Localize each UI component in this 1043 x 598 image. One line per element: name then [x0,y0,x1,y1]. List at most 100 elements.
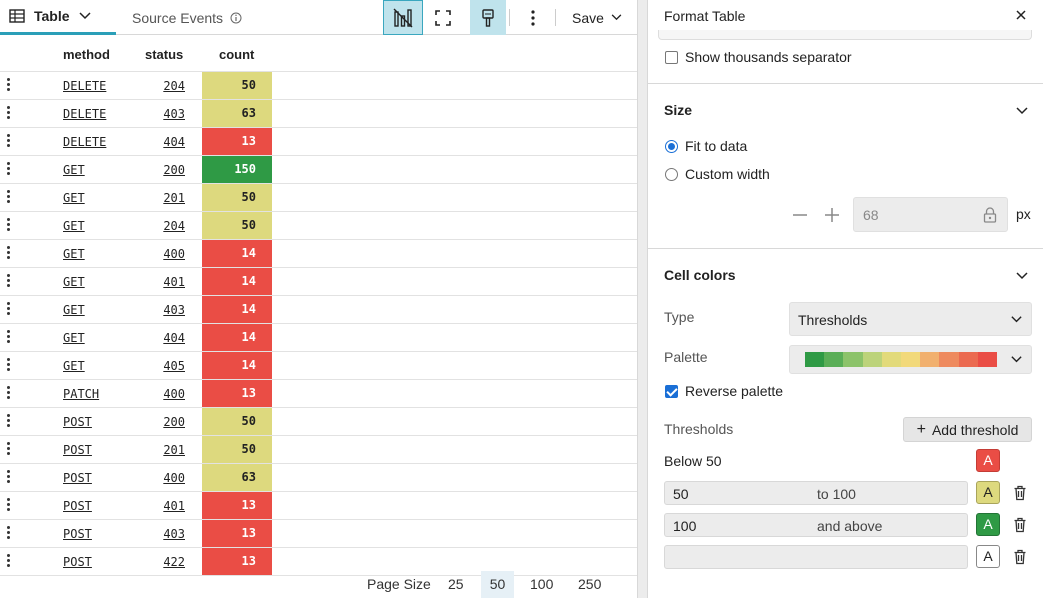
status-cell[interactable]: 404 [163,135,185,149]
method-cell[interactable]: POST [63,555,92,569]
method-cell[interactable]: POST [63,527,92,541]
row-menu-icon[interactable] [5,190,11,206]
trash-icon[interactable] [1013,485,1027,501]
method-cell[interactable]: GET [63,303,85,317]
status-cell[interactable]: 400 [163,387,185,401]
count-cell: 14 [202,296,272,323]
row-menu-icon[interactable] [5,274,11,290]
panel-resize-handle[interactable] [637,0,648,598]
status-cell[interactable]: 201 [163,191,185,205]
method-cell[interactable]: POST [63,443,92,457]
palette-select[interactable] [789,345,1032,374]
row-menu-icon[interactable] [5,358,11,374]
row-menu-icon[interactable] [5,414,11,430]
method-cell[interactable]: DELETE [63,135,106,149]
threshold-color-swatch[interactable]: A [976,481,1000,504]
close-icon[interactable] [1013,7,1029,23]
status-cell[interactable]: 201 [163,443,185,457]
width-input-value: 68 [863,207,879,223]
method-cell[interactable]: GET [63,331,85,345]
row-menu-icon[interactable] [5,498,11,514]
tab-source-events[interactable]: Source Events [132,0,242,35]
status-cell[interactable]: 422 [163,555,185,569]
more-options-button[interactable] [515,0,551,35]
tab-table[interactable]: Table [0,0,116,35]
chevron-down-icon[interactable] [1015,269,1029,283]
method-cell[interactable]: PATCH [63,387,99,401]
page-size-50[interactable]: 50 [481,571,514,598]
status-cell[interactable]: 200 [163,415,185,429]
row-menu-icon[interactable] [5,386,11,402]
row-menu-icon[interactable] [5,78,11,94]
method-cell[interactable]: GET [63,275,85,289]
threshold-value-input[interactable] [664,545,968,569]
row-menu-icon[interactable] [5,162,11,178]
page-size-100[interactable]: 100 [530,576,553,592]
format-button[interactable] [470,0,506,35]
status-cell[interactable]: 400 [163,247,185,261]
method-cell[interactable]: DELETE [63,79,106,93]
method-cell[interactable]: GET [63,163,85,177]
row-menu-icon[interactable] [5,526,11,542]
palette-color-chip [805,352,825,367]
method-cell[interactable]: GET [63,191,85,205]
status-cell[interactable]: 401 [163,275,185,289]
threshold-color-swatch[interactable]: A [976,513,1000,536]
below-color-swatch[interactable]: A [976,449,1000,472]
method-cell[interactable]: GET [63,247,85,261]
minus-icon[interactable] [792,207,808,223]
method-cell[interactable]: DELETE [63,107,106,121]
lock-icon[interactable] [983,207,997,223]
column-header-status[interactable]: status [145,47,183,62]
custom-width-radio[interactable] [665,168,678,181]
trash-icon[interactable] [1013,549,1027,565]
page-size-250[interactable]: 250 [578,576,601,592]
status-cell[interactable]: 401 [163,499,185,513]
method-cell[interactable]: POST [63,499,92,513]
status-cell[interactable]: 403 [163,527,185,541]
threshold-value-input[interactable]: 50 to 100 [664,481,968,505]
status-cell[interactable]: 400 [163,471,185,485]
method-cell[interactable]: GET [63,219,85,233]
trash-icon[interactable] [1013,517,1027,533]
size-section-title[interactable]: Size [664,102,692,118]
column-header-count[interactable]: count [219,47,254,62]
chevron-down-icon [1011,316,1022,323]
method-cell[interactable]: GET [63,359,85,373]
status-cell[interactable]: 200 [163,163,185,177]
fullscreen-button[interactable] [423,0,463,35]
chevron-down-icon[interactable] [1015,104,1029,118]
threshold-value-input[interactable]: 100 and above [664,513,968,537]
status-cell[interactable]: 204 [163,79,185,93]
row-menu-icon[interactable] [5,246,11,262]
width-input[interactable]: 68 [853,197,1008,232]
thousands-separator-checkbox[interactable] [665,51,678,64]
type-select[interactable]: Thresholds [789,302,1032,336]
add-threshold-button[interactable]: + Add threshold [903,417,1032,442]
column-header-method[interactable]: method [63,47,110,62]
chart-toggle-button[interactable] [383,0,423,35]
row-menu-icon[interactable] [5,218,11,234]
fit-to-data-radio[interactable] [665,140,678,153]
row-menu-icon[interactable] [5,134,11,150]
reverse-palette-checkbox[interactable] [665,385,678,398]
row-menu-icon[interactable] [5,106,11,122]
threshold-color-swatch[interactable]: A [976,545,1000,568]
save-button[interactable]: Save [562,0,632,35]
status-cell[interactable]: 404 [163,331,185,345]
row-menu-icon[interactable] [5,554,11,570]
row-menu-icon[interactable] [5,442,11,458]
method-cell[interactable]: POST [63,471,92,485]
page-size-25[interactable]: 25 [448,576,464,592]
row-menu-icon[interactable] [5,330,11,346]
row-menu-icon[interactable] [5,470,11,486]
cell-colors-section-title[interactable]: Cell colors [664,267,736,283]
row-menu-icon[interactable] [5,302,11,318]
method-cell[interactable]: POST [63,415,92,429]
status-cell[interactable]: 403 [163,107,185,121]
status-cell[interactable]: 204 [163,219,185,233]
plus-icon[interactable] [824,207,840,223]
status-cell[interactable]: 405 [163,359,185,373]
status-cell[interactable]: 403 [163,303,185,317]
info-circle-icon[interactable] [230,12,242,24]
